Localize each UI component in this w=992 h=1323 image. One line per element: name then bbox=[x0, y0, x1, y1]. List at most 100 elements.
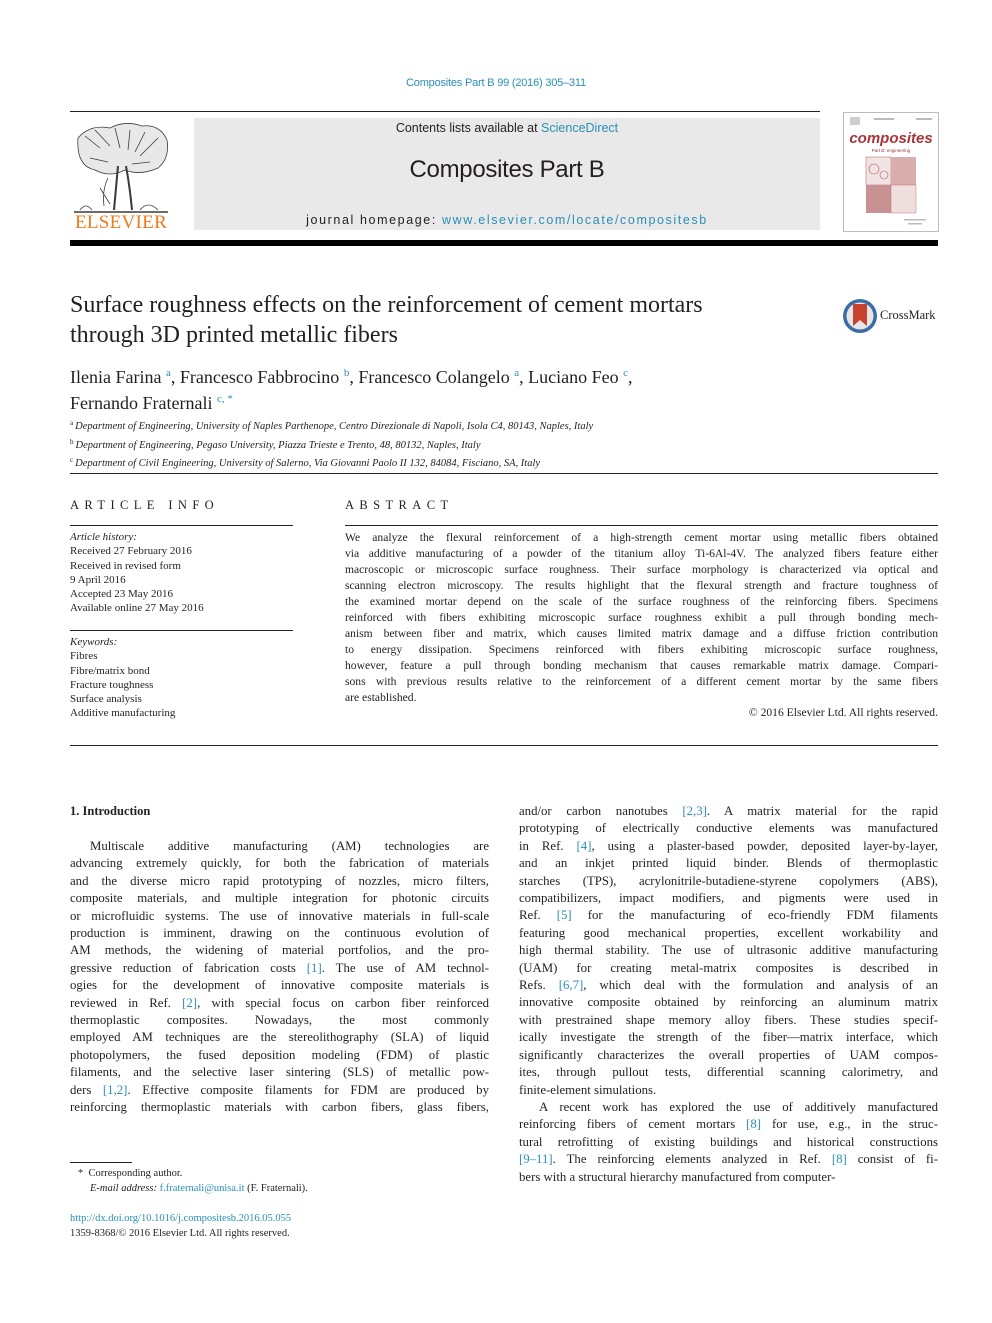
history-item: Available online 27 May 2016 bbox=[70, 602, 204, 615]
body-text: reviewed in Ref. bbox=[70, 995, 183, 1010]
citation-link[interactable]: [8] bbox=[746, 1117, 761, 1131]
author-name[interactable]: Francesco Colangelo bbox=[358, 367, 509, 387]
author-name[interactable]: Francesco Fabbrocino bbox=[180, 367, 339, 387]
body-text: . A matrix material for the rapid bbox=[706, 804, 938, 818]
contents-line: Contents lists available at ScienceDirec… bbox=[194, 121, 820, 135]
body-text: . Effective composite filaments for FDM … bbox=[127, 1082, 489, 1097]
body-line: reinforcing thermoplastic materials with… bbox=[70, 1099, 489, 1116]
body-text: significantly characterizes the overall … bbox=[519, 1047, 938, 1062]
email-link[interactable]: f.fraternali@unisa.it bbox=[160, 1183, 245, 1194]
body-text: featuring good mechanical properties, ex… bbox=[519, 925, 938, 940]
citation-link[interactable]: [6,7] bbox=[559, 978, 584, 992]
email-suffix: (F. Fraternali). bbox=[244, 1183, 308, 1194]
journal-citation-link[interactable]: Composites Part B 99 (2016) 305–311 bbox=[0, 77, 992, 89]
body-line: prototyping of electrically conductive e… bbox=[519, 820, 938, 837]
divider bbox=[70, 473, 938, 474]
author-affiliation-marker[interactable]: c, * bbox=[217, 393, 233, 405]
body-text: . The reinforcing elements analyzed in R… bbox=[552, 1152, 832, 1167]
article-history-label: Article history: bbox=[70, 531, 137, 543]
body-line: Multiscale additive manufacturing (AM) t… bbox=[70, 838, 489, 855]
body-text: Ref. bbox=[519, 908, 557, 923]
body-line: in Ref. [4], using a plaster-based powde… bbox=[519, 838, 938, 855]
body-text: . The use of AM technol- bbox=[321, 960, 489, 975]
body-line: gressive reduction of fabrication costs … bbox=[70, 960, 489, 977]
affiliation-key: b bbox=[70, 437, 74, 446]
body-text: gressive reduction of fabrication costs bbox=[70, 960, 307, 975]
citation-link[interactable]: [2,3] bbox=[682, 804, 707, 818]
affiliation-key: c bbox=[70, 456, 74, 464]
body-line: ites, through pullout tests, differentia… bbox=[519, 1064, 938, 1081]
abstract-line: the examined mortar depend on the scale … bbox=[345, 595, 938, 608]
journal-cover-image-icon: composites Part B: engineering bbox=[849, 117, 933, 225]
corresponding-author-text: Corresponding author. bbox=[88, 1168, 183, 1179]
author-name[interactable]: Luciano Feo bbox=[528, 367, 618, 387]
author-separator: , bbox=[519, 367, 529, 387]
journal-cover-thumbnail[interactable]: composites Part B: engineering bbox=[843, 112, 939, 232]
journal-name: Composites Part B bbox=[409, 156, 605, 183]
body-line: ders [1,2]. Effective composite filament… bbox=[70, 1082, 489, 1099]
body-text: high thermal stability. The use of ultra… bbox=[519, 943, 938, 958]
author-list: Ilenia Farina a, Francesco Fabbrocino b,… bbox=[70, 362, 830, 414]
body-text: tural retrofitting of existing buildings… bbox=[519, 1134, 938, 1149]
abstract-line: sons with previous results relative to t… bbox=[345, 675, 938, 688]
body-line: with prestrained shape memory alloy fibe… bbox=[519, 1012, 938, 1029]
elsevier-wordmark: ELSEVIER bbox=[74, 212, 168, 233]
homepage-prefix: journal homepage: bbox=[306, 213, 442, 227]
section-heading-introduction: 1. Introduction bbox=[70, 804, 151, 818]
body-line: or microfluidic systems. The use of inno… bbox=[70, 908, 489, 925]
affiliation-text: Department of Engineering, University of… bbox=[75, 421, 594, 432]
corresponding-author-note: * Corresponding author. bbox=[70, 1166, 490, 1181]
affiliation-text: Department of Civil Engineering, Univers… bbox=[75, 458, 541, 469]
body-text: for the manufacturing of eco-friendly FD… bbox=[571, 908, 938, 923]
header-thick-rule bbox=[70, 240, 938, 246]
body-line: (UAM) for creating metal-matrix composit… bbox=[519, 960, 938, 977]
citation-link[interactable]: [1] bbox=[307, 961, 322, 975]
body-text: finite-element simulations. bbox=[519, 1082, 657, 1097]
divider bbox=[70, 630, 293, 631]
keyword-item: Fracture toughness bbox=[70, 678, 154, 691]
body-text: production is imminent, drawing on the c… bbox=[70, 926, 489, 941]
citation-link[interactable]: [4] bbox=[577, 839, 592, 853]
body-text: Multiscale additive manufacturing (AM) t… bbox=[90, 839, 489, 853]
body-line: innovative composite obtained by reinfor… bbox=[519, 994, 938, 1011]
body-line: starches (TPS), acrylonitrile-butadiene-… bbox=[519, 873, 938, 890]
body-text: employed AM techniques are the stereolit… bbox=[70, 1030, 489, 1045]
journal-homepage-link[interactable]: www.elsevier.com/locate/compositesb bbox=[442, 213, 708, 227]
sciencedirect-link[interactable]: ScienceDirect bbox=[541, 121, 618, 135]
body-column-right: and/or carbon nanotubes [2,3]. A matrix … bbox=[519, 803, 938, 1186]
body-text: compatibilizers, impact modifiers, and p… bbox=[519, 891, 938, 906]
body-line: production is imminent, drawing on the c… bbox=[70, 925, 489, 942]
body-text: innovative composite obtained by reinfor… bbox=[519, 995, 938, 1010]
body-line: thermoplastic composites. Nowadays, the … bbox=[70, 1012, 489, 1029]
body-text: for use, e.g., in the struc- bbox=[761, 1117, 938, 1132]
body-text: advancing extremely quickly, for both th… bbox=[70, 856, 489, 871]
body-text: thermoplastic composites. Nowadays, the … bbox=[70, 1013, 489, 1028]
cover-title: composites bbox=[849, 130, 932, 147]
body-text: ically investigate the strength of the f… bbox=[519, 1030, 938, 1045]
author-name[interactable]: Fernando Fraternali bbox=[70, 393, 212, 413]
body-line: Ref. [5] for the manufacturing of eco-fr… bbox=[519, 907, 938, 924]
journal-homepage-line: journal homepage: www.elsevier.com/locat… bbox=[194, 213, 820, 227]
citation-link[interactable]: [8] bbox=[832, 1152, 847, 1166]
keywords-label: Keywords: bbox=[70, 636, 118, 648]
citation-link[interactable]: [5] bbox=[557, 908, 572, 922]
keyword-item: Fibre/matrix bond bbox=[70, 664, 150, 677]
body-text: ogies for the development of innovative … bbox=[70, 978, 489, 993]
citation-link[interactable]: [1,2] bbox=[103, 1083, 128, 1097]
body-text: photopolymers, the fused deposition mode… bbox=[70, 1047, 489, 1062]
author-name[interactable]: Ilenia Farina bbox=[70, 367, 161, 387]
citation-link[interactable]: [2] bbox=[182, 996, 197, 1010]
abstract-line: scanning electron microscopy. The result… bbox=[345, 579, 938, 592]
body-line: reviewed in Ref. [2], with special focus… bbox=[70, 995, 489, 1012]
body-line: compatibilizers, impact modifiers, and p… bbox=[519, 890, 938, 907]
body-text: and the diverse micro rapid prototyping … bbox=[70, 873, 489, 888]
abstract-line: reinforced with fibers exhibiting micros… bbox=[345, 611, 938, 624]
doi-link[interactable]: http://dx.doi.org/10.1016/j.compositesb.… bbox=[70, 1211, 490, 1226]
crossmark-label[interactable]: CrossMark bbox=[880, 308, 936, 323]
body-line: advancing extremely quickly, for both th… bbox=[70, 855, 489, 872]
body-column-left: Multiscale additive manufacturing (AM) t… bbox=[70, 838, 489, 1117]
keyword-item: Additive manufacturing bbox=[70, 707, 176, 720]
author-separator: , bbox=[170, 367, 180, 387]
abstract-line: anism between fiber and matrix, which ca… bbox=[345, 627, 938, 640]
citation-link[interactable]: [9–11] bbox=[519, 1152, 553, 1166]
